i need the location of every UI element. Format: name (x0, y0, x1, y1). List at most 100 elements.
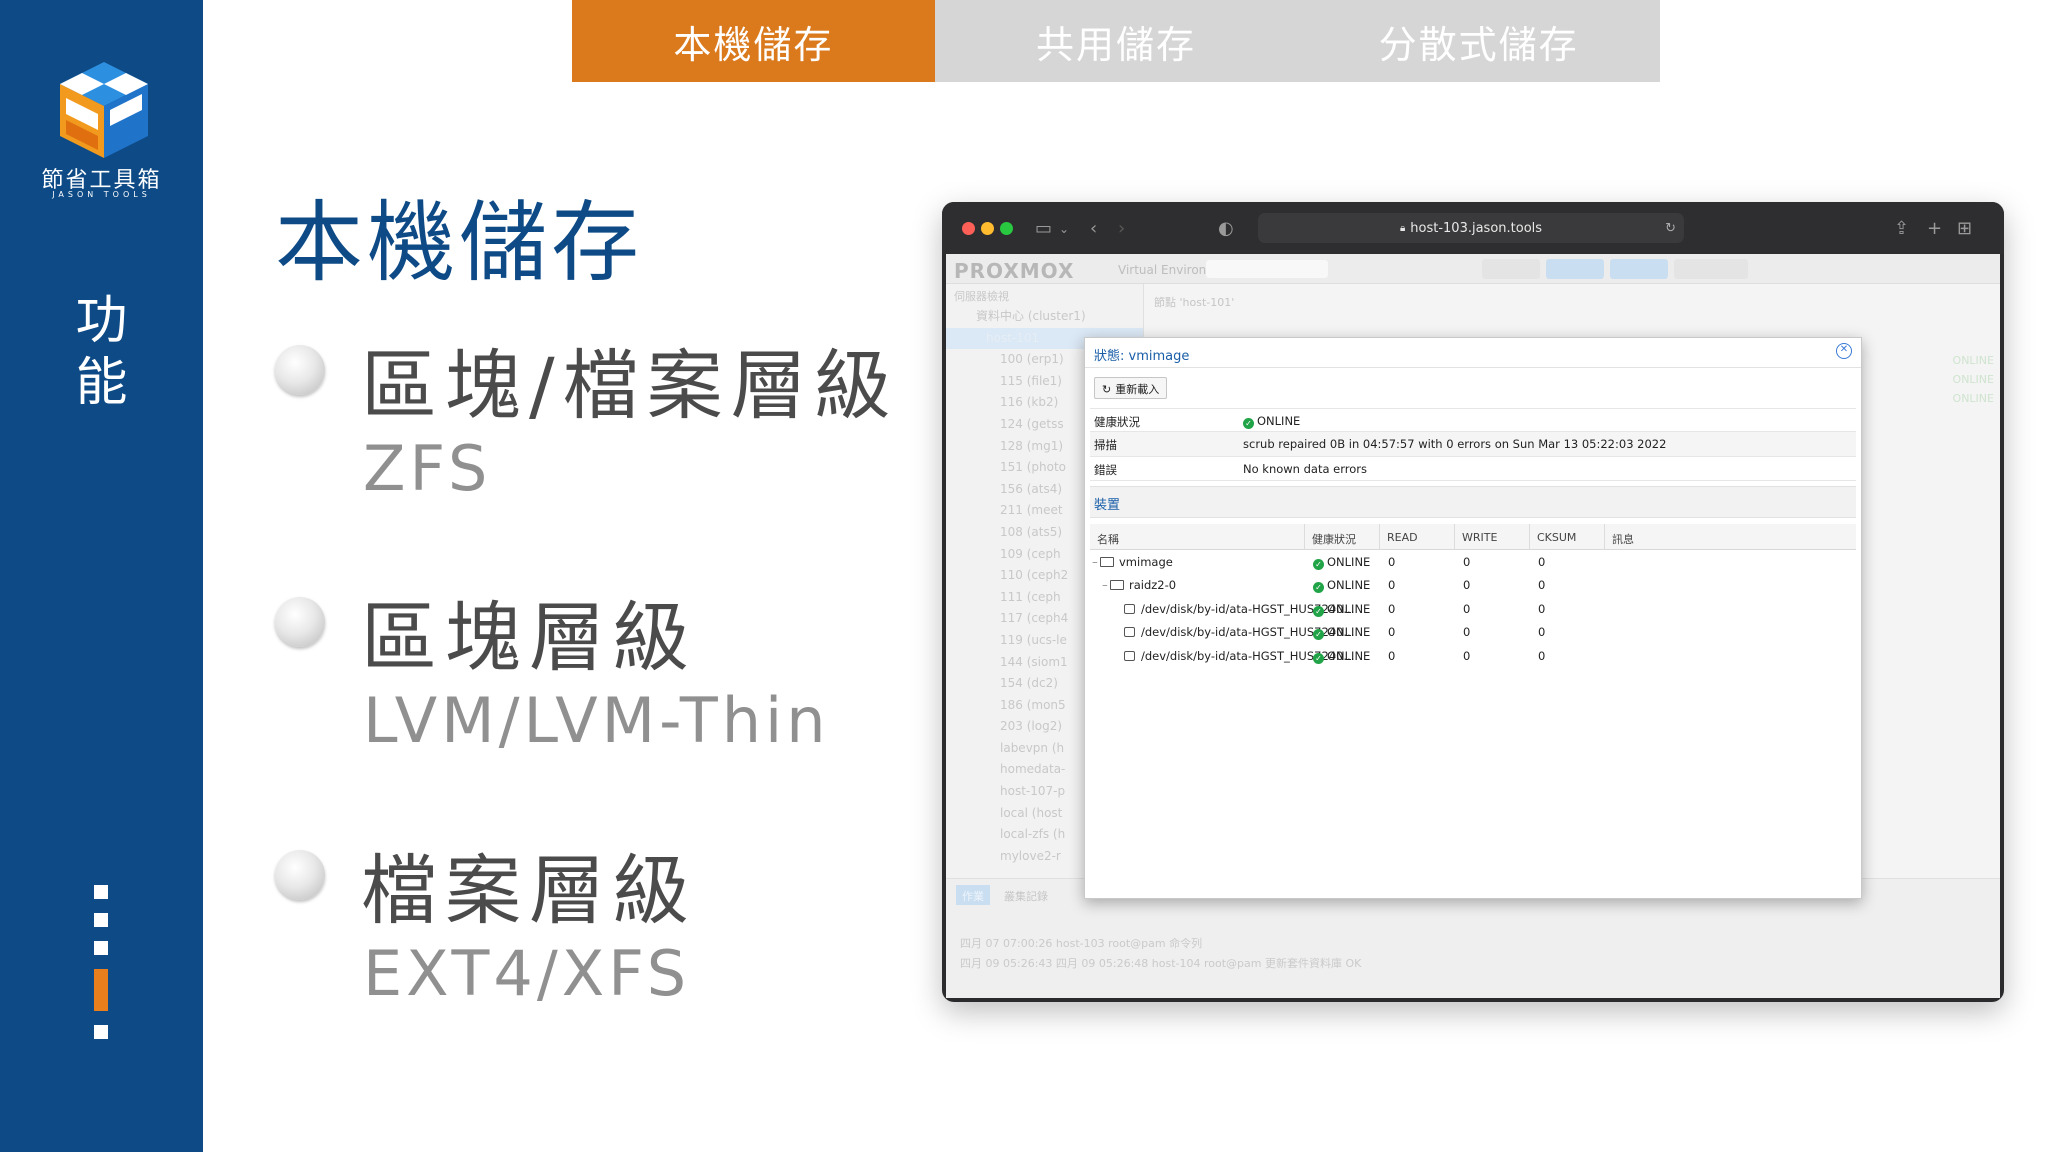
tab-shared-storage[interactable]: 共用儲存 (934, 0, 1298, 82)
jason-tools-logo (60, 62, 148, 158)
pool-status: ONLINE (1952, 373, 1994, 386)
reload-button[interactable]: ↻ 重新載入 (1094, 377, 1168, 399)
device-read: 0 (1388, 578, 1396, 593)
devices-title: 裝置 (1094, 498, 1121, 513)
browser-window: ▭ ⌄ ‹ › ◐ 🔒︎ host-103.jason.tools ↻ ⇪ + … (942, 202, 2004, 1002)
summary-row: 健康狀況 ✓ ONLINE (1090, 408, 1856, 433)
device-read: 0 (1388, 625, 1396, 640)
device-cksum: 0 (1538, 555, 1546, 569)
section-label-line2: 能 (75, 353, 128, 413)
pool-status: ONLINE (1952, 354, 1994, 367)
tab-overview-icon[interactable]: ⊞ (1957, 218, 1972, 239)
create-vm-button[interactable] (1546, 259, 1604, 279)
maximize-window-button[interactable] (1000, 222, 1013, 235)
column-header[interactable]: 訊息 (1604, 524, 1634, 550)
device-write: 0 (1463, 601, 1471, 616)
table-row[interactable]: /dev/disk/by-id/ata-HGST_HUS7240... ✓ ONL… (1090, 620, 1856, 643)
device-read: 0 (1388, 648, 1396, 663)
device-read: 0 (1388, 601, 1396, 616)
summary-row: 掃描 scrub repaired 0B in 04:57:57 with 0 … (1090, 432, 1856, 457)
close-icon[interactable]: ✕ (1836, 343, 1852, 359)
health-text: ONLINE (1327, 625, 1371, 640)
column-header[interactable]: READ (1379, 524, 1418, 550)
tab-cluster-log[interactable]: 叢集記錄 (998, 885, 1054, 905)
refresh-icon: ↻ (1102, 383, 1112, 396)
address-bar[interactable]: 🔒︎ host-103.jason.tools ↻ (1258, 213, 1684, 243)
table-row[interactable]: /dev/disk/by-id/ata-HGST_HUS7240... ✓ ONL… (1090, 644, 1856, 667)
dialog-header: 狀態: vmimage ✕ (1085, 338, 1861, 368)
item-title: 檔案層級 (361, 846, 697, 935)
close-window-button[interactable] (962, 222, 975, 235)
item-title: 區塊層級 (361, 593, 697, 682)
tree-item[interactable]: 資料中心 (cluster1) (946, 306, 1143, 328)
docs-button[interactable] (1482, 259, 1540, 279)
device-name-text: raidz2-0 (1129, 578, 1177, 593)
tree-toggle-icon[interactable]: – (1092, 555, 1098, 569)
tree-toggle-icon[interactable]: – (1102, 578, 1108, 592)
check-icon: ✓ (1313, 652, 1324, 664)
section-label: 功 能 (0, 290, 203, 414)
bullet-icon (275, 850, 325, 900)
health-text: ONLINE (1327, 648, 1371, 663)
sidebar-toggle-icon[interactable]: ▭ (1035, 218, 1052, 239)
create-ct-button[interactable] (1610, 259, 1668, 279)
item-title: 區塊/檔案層級 (361, 341, 899, 430)
forward-icon[interactable]: › (1118, 218, 1125, 239)
column-header[interactable]: WRITE (1454, 524, 1497, 550)
tab-tasks[interactable]: 作業 (956, 885, 990, 905)
minimize-window-button[interactable] (981, 222, 994, 235)
storage-tabs: 本機儲存 共用儲存 分散式儲存 (572, 0, 1661, 82)
summary-value: ✓ ONLINE (1243, 414, 1300, 429)
slide-progress (94, 885, 110, 1053)
devices-table: 名稱 健康狀況 READ WRITE CKSUM 訊息 – vmimage ✓ O… (1090, 524, 1856, 667)
device-write: 0 (1463, 578, 1471, 593)
hard-disk-icon (1124, 627, 1135, 638)
task-row: 四月 09 05:26:43 四月 09 05:26:48 host-104 r… (960, 957, 1362, 970)
column-header[interactable]: 名稱 (1090, 524, 1119, 550)
table-row[interactable]: – vmimage ✓ ONLINE 0 0 0 (1090, 550, 1856, 573)
tab-local-storage[interactable]: 本機儲存 (572, 0, 935, 82)
tab-distributed-storage[interactable]: 分散式儲存 (1297, 0, 1661, 82)
proxmox-page: PROXMOX Virtual Environment 7.1-12 伺服器檢視… (946, 254, 2000, 998)
check-icon: ✓ (1313, 582, 1324, 594)
summary-key: 錯誤 (1094, 462, 1117, 477)
column-header[interactable]: CKSUM (1529, 524, 1576, 550)
table-header: 名稱 健康狀況 READ WRITE CKSUM 訊息 (1090, 524, 1856, 550)
folder-icon (1110, 580, 1124, 591)
device-write: 0 (1463, 555, 1471, 569)
summary-key: 掃描 (1094, 438, 1117, 453)
device-write: 0 (1463, 625, 1471, 640)
table-row[interactable]: – raidz2-0 ✓ ONLINE 0 0 0 (1090, 573, 1856, 596)
user-menu[interactable] (1674, 259, 1748, 279)
back-icon[interactable]: ‹ (1090, 218, 1097, 239)
new-tab-icon[interactable]: + (1927, 218, 1942, 239)
check-icon: ✓ (1313, 605, 1324, 617)
search-input[interactable] (1206, 260, 1328, 278)
reload-icon[interactable]: ↻ (1665, 221, 1676, 236)
device-name: vmimage (1100, 555, 1173, 569)
check-icon: ✓ (1313, 559, 1324, 570)
hard-disk-icon (1124, 650, 1135, 661)
item-sub: ZFS (363, 432, 492, 505)
task-row: 四月 07 07:00:26 host-103 root@pam 命令列 (960, 937, 1203, 950)
bullet-icon (275, 597, 325, 647)
shield-icon[interactable]: ◐ (1218, 218, 1234, 239)
device-health: ✓ ONLINE (1313, 578, 1370, 594)
summary-row: 錯誤 No known data errors (1090, 457, 1856, 482)
hard-disk-icon (1124, 603, 1135, 614)
proxmox-header: PROXMOX Virtual Environment 7.1-12 (946, 254, 2000, 284)
device-cksum: 0 (1538, 601, 1546, 616)
check-icon: ✓ (1313, 629, 1324, 641)
view-selector[interactable]: 伺服器檢視 (946, 284, 1143, 306)
progress-dot (94, 941, 108, 955)
device-name-text: vmimage (1119, 555, 1173, 569)
url-text: host-103.jason.tools (1410, 220, 1543, 236)
table-row[interactable]: /dev/disk/by-id/ata-HGST_HUS7240... ✓ ONL… (1090, 597, 1856, 620)
device-health: ✓ ONLINE (1313, 602, 1370, 617)
column-header[interactable]: 健康狀況 (1304, 524, 1356, 550)
device-health: ✓ ONLINE (1313, 625, 1371, 641)
chevron-down-icon[interactable]: ⌄ (1059, 222, 1069, 236)
progress-dot (94, 913, 108, 927)
page-title: 本機儲存 (275, 191, 644, 294)
share-icon[interactable]: ⇪ (1894, 218, 1909, 239)
